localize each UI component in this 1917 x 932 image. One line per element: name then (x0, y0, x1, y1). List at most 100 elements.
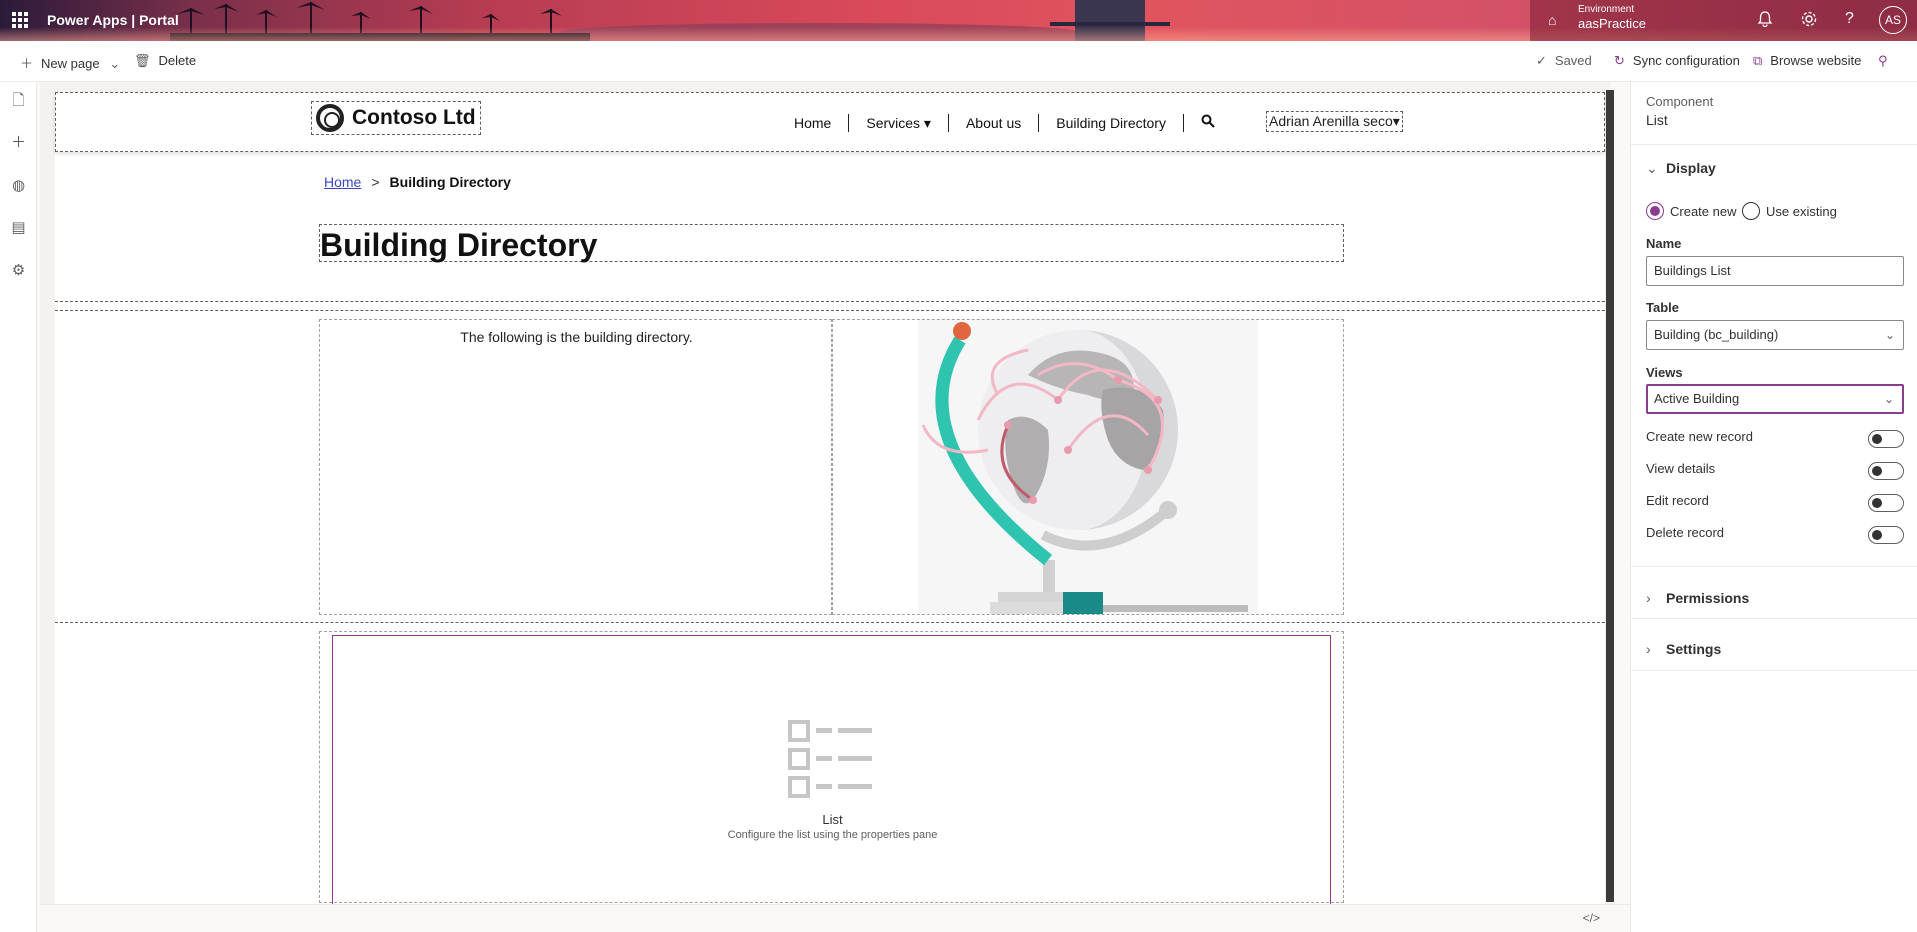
settings-label: Settings (1666, 641, 1722, 657)
image-column[interactable] (832, 319, 1344, 615)
new-page-button[interactable]: ＋ New page ⌄ (20, 53, 120, 72)
nav-about-us[interactable]: About us (949, 114, 1040, 132)
left-rail: 🗋 ＋ ◍ ▤ ⚙ (0, 82, 37, 932)
environment-icon[interactable]: ⌂ (1548, 12, 1556, 28)
two-column-section[interactable]: The following is the building directory. (55, 301, 1605, 623)
site-header[interactable]: Contoso Ltd Home Services ▾ About us Bui… (55, 92, 1605, 152)
page-title-container[interactable]: Building Directory (319, 224, 1344, 263)
list-placeholder-title: List (822, 812, 843, 827)
external-link-icon: ⧉ (1753, 53, 1763, 68)
site-nav: Home Services ▾ About us Building Direct… (777, 114, 1232, 132)
environment-label[interactable]: Environment (1578, 4, 1634, 15)
toggle-label: View details (1646, 461, 1716, 476)
site-logo[interactable]: Contoso Ltd (311, 101, 481, 135)
contoso-logo-icon (316, 104, 344, 132)
permissions-label: Permissions (1666, 590, 1750, 606)
chevron-down-icon: ⌄ (1883, 392, 1894, 406)
command-bar: ＋ New page ⌄ 🗑 Delete ✓ Saved ↻ Sync configu… (0, 41, 1917, 82)
delete-label: Delete (158, 53, 197, 68)
chevron-right-icon: › (1646, 590, 1651, 606)
table-field-label: Table (1646, 300, 1679, 315)
add-component-icon[interactable]: ＋ (10, 134, 27, 151)
gear-icon[interactable] (1800, 10, 1818, 33)
view-details-toggle[interactable] (1868, 462, 1904, 480)
delete-button[interactable]: 🗑 Delete (134, 53, 196, 69)
toggle-row-edit-record: Edit record (1646, 493, 1904, 513)
sync-icon: ↻ (1614, 53, 1625, 68)
settings-section-header[interactable]: › Settings (1646, 641, 1721, 657)
toggle-label: Delete record (1646, 525, 1725, 540)
avatar[interactable]: AS (1879, 6, 1907, 34)
feedback-icon[interactable]: ⚲ (1878, 53, 1896, 69)
views-dropdown-value: Active Building (1654, 391, 1740, 406)
radio-create-new[interactable]: Create new (1646, 202, 1736, 220)
nav-search[interactable] (1184, 114, 1232, 132)
code-view-icon[interactable]: </> (1583, 911, 1600, 925)
nav-user-menu[interactable]: Adrian Arenilla seco▾ (1266, 111, 1403, 132)
status-bar: </> (40, 904, 1630, 932)
toggle-row-create-new-record: Create new record (1646, 429, 1904, 449)
search-icon (1201, 114, 1215, 128)
create-new-record-toggle[interactable] (1868, 430, 1904, 448)
text-column[interactable]: The following is the building directory. (319, 319, 832, 615)
help-icon[interactable]: ? (1845, 10, 1854, 28)
check-icon: ✓ (1536, 53, 1547, 68)
radio-use-existing[interactable]: Use existing (1742, 202, 1837, 220)
panel-divider (1631, 670, 1917, 671)
list-section[interactable]: List Configure the list using the proper… (319, 631, 1344, 904)
sync-configuration-button[interactable]: ↻ Sync configuration (1614, 53, 1740, 69)
display-section-header[interactable]: ⌄ Display (1646, 160, 1716, 177)
chevron-down-icon: ⌄ (109, 56, 121, 71)
intro-text: The following is the building directory. (460, 329, 693, 345)
name-field[interactable]: Buildings List (1646, 256, 1904, 286)
browse-website-button[interactable]: ⧉ Browse website (1753, 53, 1861, 69)
list-placeholder-icon (788, 720, 872, 798)
chevron-down-icon: ⌄ (1884, 328, 1895, 342)
theme-icon[interactable]: ◍ (10, 177, 27, 194)
edit-record-toggle[interactable] (1868, 494, 1904, 512)
list-component[interactable]: List Configure the list using the proper… (332, 635, 1331, 904)
canvas-scrollbar[interactable] (1606, 90, 1614, 902)
environment-name[interactable]: aasPractice (1578, 16, 1646, 31)
website-preview: Contoso Ltd Home Services ▾ About us Bui… (55, 92, 1605, 904)
design-canvas: Contoso Ltd Home Services ▾ About us Bui… (40, 82, 1610, 904)
logo-text: Contoso Ltd (352, 106, 476, 129)
app-title[interactable]: Power Apps | Portal (47, 12, 179, 28)
nav-services[interactable]: Services ▾ (849, 114, 949, 132)
table-dropdown-value: Building (bc_building) (1654, 327, 1779, 342)
bell-icon[interactable] (1757, 10, 1773, 33)
new-page-label: New page (41, 56, 100, 71)
panel-divider (1631, 618, 1917, 619)
radio-create-new-dot[interactable] (1646, 202, 1664, 220)
globe-image[interactable] (918, 320, 1258, 614)
delete-record-toggle[interactable] (1868, 526, 1904, 544)
chevron-right-icon: › (1646, 641, 1651, 657)
sync-label: Sync configuration (1632, 53, 1740, 68)
toggle-row-view-details: View details (1646, 461, 1904, 481)
nav-building-directory[interactable]: Building Directory (1039, 114, 1184, 132)
app-launcher-icon[interactable] (12, 12, 28, 28)
browse-label: Browse website (1770, 53, 1862, 68)
display-header-label: Display (1666, 160, 1716, 176)
table-dropdown[interactable]: Building (bc_building) ⌄ (1646, 320, 1904, 350)
radio-use-existing-dot[interactable] (1742, 202, 1760, 220)
chevron-down-icon: ⌄ (1646, 160, 1658, 176)
saved-label: Saved (1554, 53, 1592, 68)
views-field-label: Views (1646, 365, 1683, 380)
views-dropdown[interactable]: Active Building ⌄ (1646, 384, 1904, 414)
top-bar: Power Apps | Portal ⌂ Environment aasPra… (0, 0, 1917, 41)
templates-icon[interactable]: ▤ (10, 219, 27, 236)
breadcrumb-current: Building Directory (389, 174, 511, 190)
breadcrumb-home-link[interactable]: Home (324, 174, 361, 190)
name-field-label: Name (1646, 236, 1682, 251)
settings-icon[interactable]: ⚙ (10, 262, 27, 279)
page-title: Building Directory (320, 227, 598, 263)
toggle-label: Edit record (1646, 493, 1709, 508)
panel-component-name: List (1646, 112, 1668, 128)
pages-icon[interactable]: 🗋 (10, 92, 27, 109)
nav-home[interactable]: Home (777, 114, 850, 132)
radio-use-existing-label: Use existing (1766, 203, 1837, 219)
permissions-section-header[interactable]: › Permissions (1646, 590, 1749, 606)
list-placeholder-subtitle: Configure the list using the properties … (727, 829, 938, 841)
panel-divider (1631, 144, 1917, 145)
